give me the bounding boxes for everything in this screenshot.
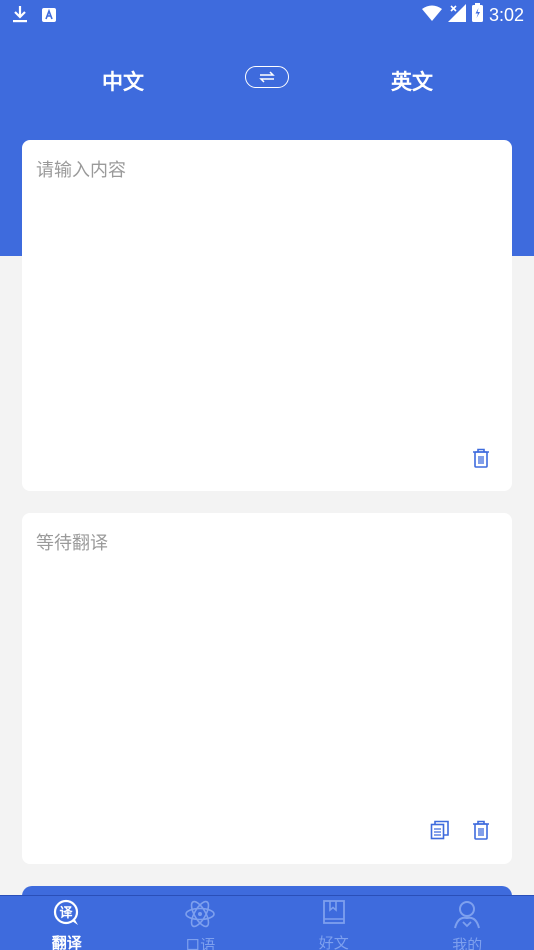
nav-label: 口语 — [185, 936, 216, 950]
swap-arrows-icon — [258, 68, 276, 87]
atom-icon — [184, 899, 216, 933]
trash-icon — [472, 820, 490, 844]
target-language-button[interactable]: 英文 — [352, 66, 472, 96]
translate-bubble-icon: 译 — [52, 899, 82, 931]
clear-output-button[interactable] — [469, 820, 493, 844]
nav-item-translate[interactable]: 译 翻译 — [0, 896, 134, 950]
bookmark-book-icon — [321, 899, 347, 931]
nav-item-articles[interactable]: 好文 — [267, 896, 401, 950]
nav-label: 翻译 — [51, 934, 82, 950]
wifi-icon — [421, 5, 442, 26]
svg-text:译: 译 — [59, 906, 73, 921]
trash-icon — [472, 448, 490, 472]
swap-languages-button[interactable] — [245, 66, 289, 88]
download-icon — [12, 5, 28, 28]
output-card: 等待翻译 — [22, 513, 512, 864]
status-bar: 3:02 — [0, 0, 534, 28]
nav-item-profile[interactable]: 我的 — [401, 896, 534, 950]
battery-icon — [471, 3, 483, 27]
app-notification-icon — [42, 7, 56, 27]
nav-item-speaking[interactable]: 口语 — [134, 896, 268, 950]
translation-result: 等待翻译 — [36, 533, 108, 554]
language-bar: 中文 英文 — [0, 58, 534, 102]
source-text-input[interactable]: 请输入内容 — [36, 156, 126, 182]
clear-input-button[interactable] — [469, 448, 493, 472]
cellular-icon — [447, 3, 466, 27]
source-language-button[interactable]: 中文 — [63, 66, 183, 96]
input-card: 请输入内容 — [22, 140, 512, 491]
nav-label: 我的 — [452, 936, 483, 950]
nav-label: 好文 — [318, 934, 349, 950]
person-icon — [452, 899, 482, 933]
copy-translation-button[interactable] — [428, 820, 452, 844]
bottom-nav: 译 翻译 口语 好文 我的 — [0, 895, 534, 950]
copy-icon — [430, 820, 450, 844]
status-time: 3:02 — [488, 4, 524, 25]
